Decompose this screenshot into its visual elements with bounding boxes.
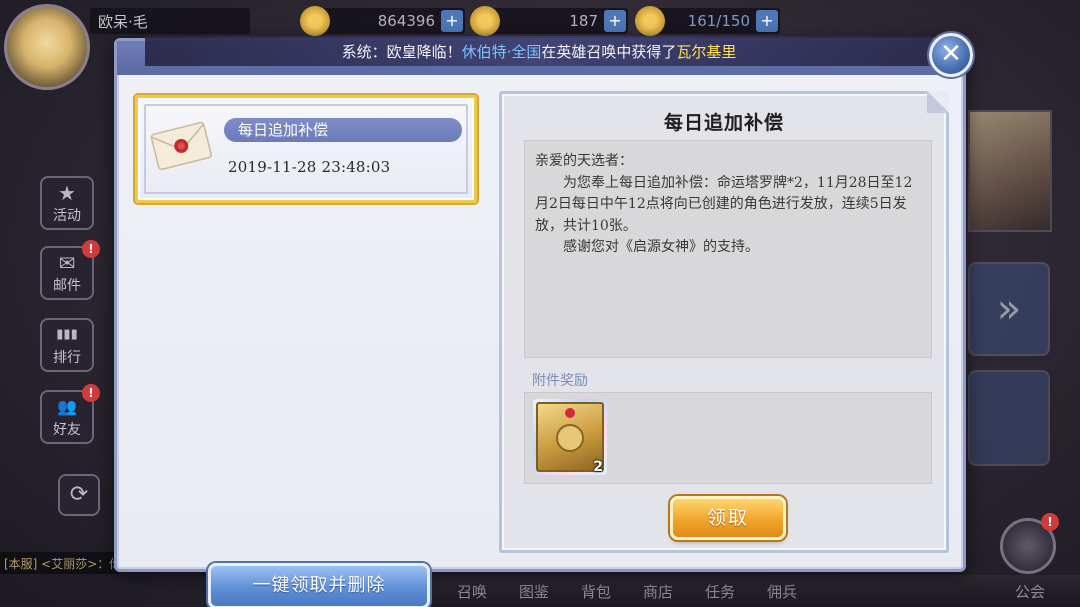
bottom-nav: 英雄 召唤 图鉴 背包 商店 任务 佣兵 公会 xyxy=(380,575,1080,607)
close-icon[interactable]: ✕ xyxy=(929,33,973,77)
tab-summon[interactable]: 召唤 xyxy=(442,581,502,602)
side-button-ranking[interactable]: ▮▮▮ 排行 xyxy=(40,318,94,372)
claim-all-delete-button[interactable]: 一键领取并删除 xyxy=(208,563,430,607)
friends-badge: ! xyxy=(82,384,100,402)
gold-value: 864396 xyxy=(377,12,435,30)
tab-mercenary[interactable]: 佣兵 xyxy=(752,581,812,602)
attachments-box: 2 xyxy=(524,392,932,484)
mail-body: 亲爱的天选者： 为您奉上每日追加补偿：命运塔罗牌*2，11月28日至12月2日每… xyxy=(524,140,932,358)
announcement-middle: 在英雄召唤中获得了 xyxy=(541,42,677,61)
mail-list: 每日追加补偿 2019-11-28 23:48:03 一键领取并删除 xyxy=(131,93,477,607)
side-button-label: 好友 xyxy=(53,422,81,438)
tab-quests[interactable]: 任务 xyxy=(690,581,750,602)
claim-button[interactable]: 领取 xyxy=(670,496,786,540)
mail-icon: ✉ xyxy=(58,251,76,275)
mail-paragraph: 感谢您对《启源女神》的支持。 xyxy=(563,239,759,255)
gold-coin-icon xyxy=(300,6,330,36)
side-button-friends[interactable]: ! 👥 好友 xyxy=(40,384,100,444)
mail-detail-panel: 每日追加补偿 亲爱的天选者： 为您奉上每日追加补偿：命运塔罗牌*2，11月28日… xyxy=(499,91,949,553)
stamina-value: 161/150 xyxy=(687,12,750,30)
player-name: 欧呆·毛 xyxy=(90,8,250,34)
mail-dialog: 邮件 每日追加补偿 2019-11-28 23:48:03 一键领取并删除 每日… xyxy=(114,38,966,607)
side-button-mail[interactable]: ! ✉ 邮件 xyxy=(40,240,100,300)
hero-banner-card[interactable] xyxy=(968,110,1052,232)
gem-icon xyxy=(470,6,500,36)
side-button-label: 排行 xyxy=(53,350,81,366)
tab-shop[interactable]: 商店 xyxy=(628,581,688,602)
friends-icon: 👥 xyxy=(57,397,77,416)
chat-preview[interactable]: [本服] <艾丽莎>：你 xyxy=(0,552,120,574)
add-stamina-button[interactable]: + xyxy=(756,10,778,32)
stamina-counter: 161/150 + xyxy=(635,6,780,36)
mail-item-title: 每日追加补偿 xyxy=(224,118,462,142)
mail-paragraph: 为您奉上每日追加补偿：命运塔罗牌*2，11月28日至12月2日每日中午12点将向… xyxy=(535,174,913,234)
tarot-card-reward[interactable]: 2 xyxy=(533,399,607,475)
tab-codex[interactable]: 图鉴 xyxy=(504,581,564,602)
announcement-hero: 瓦尔基里 xyxy=(676,42,737,61)
side-button-label: 活动 xyxy=(53,208,81,224)
gold-counter: 864396 + xyxy=(300,6,465,36)
fast-forward-icon[interactable]: » xyxy=(968,262,1050,356)
gem-value: 187 xyxy=(569,12,598,30)
tab-bag[interactable]: 背包 xyxy=(566,581,626,602)
guild-emblem-icon[interactable]: ! xyxy=(1000,513,1059,574)
duel-button[interactable] xyxy=(968,370,1050,466)
add-gem-button[interactable]: + xyxy=(604,10,626,32)
card-gem xyxy=(565,408,575,418)
card-emblem xyxy=(556,424,584,452)
envelope-icon xyxy=(150,121,212,171)
mail-list-item[interactable]: 每日追加补偿 2019-11-28 23:48:03 xyxy=(135,95,477,203)
star-icon: ★ xyxy=(58,181,76,205)
refresh-icon[interactable]: ⟳ xyxy=(58,474,100,516)
side-button-label: 邮件 xyxy=(53,278,81,294)
announcement-player: 休伯特·全国 xyxy=(461,42,542,61)
player-avatar[interactable] xyxy=(4,4,90,90)
mail-item-date: 2019-11-28 23:48:03 xyxy=(228,158,391,176)
ranking-icon: ▮▮▮ xyxy=(56,327,78,342)
gem-counter: 187 + xyxy=(470,6,628,36)
system-announcement: 系统：欧皇降临！ 休伯特·全国 在英雄召唤中获得了 瓦尔基里 xyxy=(145,36,933,66)
mail-detail-title: 每日追加补偿 xyxy=(663,112,784,134)
attachments-label: 附件奖励 xyxy=(532,373,588,389)
reward-count: 2 xyxy=(593,459,603,475)
guild-badge: ! xyxy=(1041,513,1059,531)
tab-guild[interactable]: 公会 xyxy=(1000,581,1060,602)
side-button-activity[interactable]: ★ 活动 xyxy=(40,176,94,230)
mail-greeting: 亲爱的天选者： xyxy=(535,153,633,169)
announcement-prefix: 系统：欧皇降临！ xyxy=(341,42,462,61)
add-gold-button[interactable]: + xyxy=(441,10,463,32)
mail-badge: ! xyxy=(82,240,100,258)
stamina-icon xyxy=(635,6,665,36)
